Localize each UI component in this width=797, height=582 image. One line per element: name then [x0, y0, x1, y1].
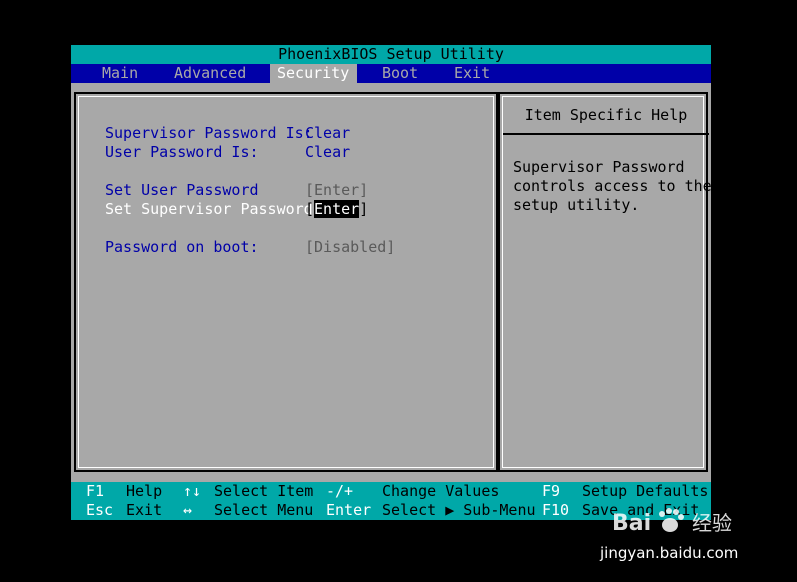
- user-password-is-label: User Password Is:: [105, 143, 259, 161]
- password-on-boot-value[interactable]: [Disabled]: [305, 238, 395, 257]
- menu-bar: Main Advanced Security Boot Exit: [71, 64, 711, 83]
- settings-panel-inner: Supervisor Password Is: Clear User Passw…: [78, 96, 494, 468]
- set-user-password-label[interactable]: Set User Password: [105, 181, 259, 200]
- key-f1-desc: Help: [126, 482, 163, 500]
- bios-screen: PhoenixBIOS Setup Utility Main Advanced …: [71, 45, 712, 520]
- set-supervisor-password-value[interactable]: [Enter]: [305, 200, 368, 219]
- bios-title: PhoenixBIOS Setup Utility: [71, 45, 711, 64]
- menu-advanced[interactable]: Advanced: [174, 64, 246, 83]
- user-password-is-value: Clear: [305, 143, 351, 161]
- key-esc: Esc: [86, 501, 114, 519]
- key-enter: Enter: [326, 501, 372, 519]
- key-leftright-desc: Select Menu: [214, 501, 314, 519]
- bracket-open: [: [305, 200, 315, 218]
- key-minus-plus-desc: Change Values: [382, 482, 500, 500]
- key-leftright: ↔: [183, 501, 193, 519]
- menu-boot[interactable]: Boot: [382, 64, 418, 83]
- menu-main[interactable]: Main: [102, 64, 138, 83]
- key-f9: F9: [542, 482, 561, 500]
- enter-highlight: Enter: [314, 200, 360, 218]
- key-f1: F1: [86, 482, 105, 500]
- menu-exit[interactable]: Exit: [454, 64, 490, 83]
- watermark-url: jingyan.baidu.com: [600, 544, 739, 562]
- help-panel: Item Specific Help Supervisor Password c…: [498, 92, 712, 472]
- help-title: Item Specific Help: [524, 106, 688, 124]
- watermark-brand-suffix: 经验: [692, 511, 732, 535]
- help-text: Supervisor Password controls access to t…: [513, 158, 712, 214]
- bracket-close: ]: [359, 200, 369, 218]
- settings-panel: Supervisor Password Is: Clear User Passw…: [74, 92, 498, 472]
- set-supervisor-password-label[interactable]: Set Supervisor Password: [105, 200, 313, 219]
- key-esc-desc: Exit: [126, 501, 163, 519]
- key-updown: ↑↓: [183, 482, 202, 500]
- set-user-password-value[interactable]: [Enter]: [305, 181, 368, 200]
- key-enter-desc: Select ▶ Sub-Menu: [382, 501, 536, 519]
- menu-security[interactable]: Security: [270, 64, 358, 83]
- password-on-boot-label[interactable]: Password on boot:: [105, 238, 259, 257]
- supervisor-password-is-label: Supervisor Password Is:: [105, 124, 313, 142]
- watermark-brand: Bai: [612, 511, 651, 536]
- help-divider: [503, 133, 709, 135]
- supervisor-password-is-value: Clear: [305, 124, 351, 142]
- paw-icon: [659, 508, 684, 532]
- key-updown-desc: Select Item: [214, 482, 314, 500]
- key-f10: F10: [542, 501, 570, 519]
- help-panel-inner: Item Specific Help Supervisor Password c…: [502, 96, 712, 468]
- key-minus-plus: -/+: [326, 482, 354, 500]
